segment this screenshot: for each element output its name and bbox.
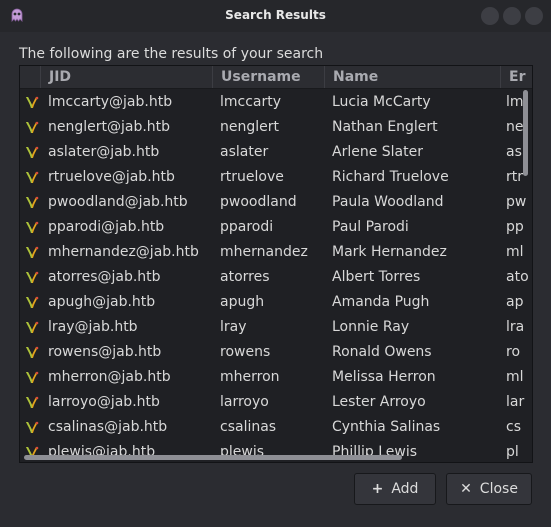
username-cell: pwoodland bbox=[220, 194, 297, 210]
table-row[interactable]: pwoodland@jab.htb pwoodland Paula Woodland… bbox=[20, 190, 532, 215]
icon-column-header[interactable] bbox=[20, 66, 40, 88]
add-button[interactable]: + Add bbox=[354, 473, 436, 505]
name-cell: Arlene Slater bbox=[332, 144, 423, 160]
jid-cell: lmccarty@jab.htb bbox=[48, 94, 173, 110]
jid-cell: rowens@jab.htb bbox=[48, 344, 162, 360]
minimize-button[interactable] bbox=[481, 7, 499, 25]
jid-cell: pparodi@jab.htb bbox=[48, 219, 165, 235]
table-row[interactable]: mhernandez@jab.htb mhernandez Mark Hernand… bbox=[20, 240, 532, 265]
jabber-user-icon bbox=[26, 246, 39, 258]
username-cell: rowens bbox=[220, 344, 271, 360]
jabber-user-icon bbox=[26, 421, 39, 433]
table-row[interactable]: mherron@jab.htb mherron Melissa Herron ml bbox=[20, 365, 532, 390]
username-cell: lray bbox=[220, 319, 247, 335]
table-row[interactable]: rowens@jab.htb rowens Ronald Owens ro bbox=[20, 340, 532, 365]
table-row[interactable]: lray@jab.htb lray Lonnie Ray lra bbox=[20, 315, 532, 340]
jabber-user-icon bbox=[26, 121, 39, 133]
jid-cell: nenglert@jab.htb bbox=[48, 119, 171, 135]
jabber-user-icon bbox=[26, 396, 39, 408]
jid-cell: lray@jab.htb bbox=[48, 319, 138, 335]
email-cell: cs bbox=[506, 419, 521, 435]
results-table[interactable]: JID Username Name Er lmccarty@jab.htb lmc… bbox=[19, 65, 533, 463]
maximize-button[interactable] bbox=[503, 7, 521, 25]
name-cell: Paul Parodi bbox=[332, 219, 409, 235]
jid-cell: apugh@jab.htb bbox=[48, 294, 156, 310]
name-cell: Ronald Owens bbox=[332, 344, 432, 360]
table-row[interactable]: pparodi@jab.htb pparodi Paul Parodi pp bbox=[20, 215, 532, 240]
table-header: JID Username Name Er bbox=[20, 66, 532, 89]
close-button[interactable]: ✕ Close bbox=[446, 473, 532, 505]
results-caption: The following are the results of your se… bbox=[19, 46, 324, 62]
email-cell: as bbox=[506, 144, 522, 160]
jabber-user-icon bbox=[26, 171, 39, 183]
close-button-label: Close bbox=[479, 481, 518, 497]
horizontal-scrollbar[interactable] bbox=[20, 454, 520, 460]
table-row[interactable]: apugh@jab.htb apugh Amanda Pugh ap bbox=[20, 290, 532, 315]
name-cell: Richard Truelove bbox=[332, 169, 449, 185]
username-cell: atorres bbox=[220, 269, 270, 285]
jabber-user-icon bbox=[26, 271, 39, 283]
username-cell: mhernandez bbox=[220, 244, 308, 260]
name-cell: Nathan Englert bbox=[332, 119, 438, 135]
table-row[interactable]: rtruelove@jab.htb rtruelove Richard Truelo… bbox=[20, 165, 532, 190]
name-cell: Melissa Herron bbox=[332, 369, 436, 385]
jabber-user-icon bbox=[26, 321, 39, 333]
jid-cell: csalinas@jab.htb bbox=[48, 419, 168, 435]
name-cell: Mark Hernandez bbox=[332, 244, 447, 260]
username-cell: pparodi bbox=[220, 219, 274, 235]
jid-cell: rtruelove@jab.htb bbox=[48, 169, 175, 185]
vertical-scrollbar[interactable] bbox=[521, 66, 529, 462]
username-cell: nenglert bbox=[220, 119, 279, 135]
jabber-user-icon bbox=[26, 371, 39, 383]
name-cell: Lester Arroyo bbox=[332, 394, 426, 410]
name-cell: Amanda Pugh bbox=[332, 294, 430, 310]
jabber-user-icon bbox=[26, 96, 39, 108]
table-row[interactable]: larroyo@jab.htb larroyo Lester Arroyo lar bbox=[20, 390, 532, 415]
name-cell: Cynthia Salinas bbox=[332, 419, 441, 435]
close-icon: ✕ bbox=[460, 481, 472, 497]
jabber-user-icon bbox=[26, 296, 39, 308]
table-row[interactable]: aslater@jab.htb aslater Arlene Slater as bbox=[20, 140, 532, 165]
name-cell: Lonnie Ray bbox=[332, 319, 410, 335]
plus-icon: + bbox=[371, 481, 384, 497]
jid-cell: mherron@jab.htb bbox=[48, 369, 171, 385]
username-cell: csalinas bbox=[220, 419, 277, 435]
table-body: lmccarty@jab.htb lmccarty Lucia McCarty lm n… bbox=[20, 90, 532, 462]
table-row[interactable]: nenglert@jab.htb nenglert Nathan Englert ne bbox=[20, 115, 532, 140]
vertical-scrollbar-thumb[interactable] bbox=[523, 90, 528, 176]
username-cell: apugh bbox=[220, 294, 265, 310]
jabber-user-icon bbox=[26, 146, 39, 158]
horizontal-scrollbar-thumb[interactable] bbox=[24, 455, 402, 460]
add-button-label: Add bbox=[391, 481, 419, 497]
column-header-name[interactable]: Name bbox=[324, 66, 500, 88]
username-cell: lmccarty bbox=[220, 94, 282, 110]
jid-cell: pwoodland@jab.htb bbox=[48, 194, 188, 210]
jabber-user-icon bbox=[26, 346, 39, 358]
name-cell: Albert Torres bbox=[332, 269, 421, 285]
table-row[interactable]: atorres@jab.htb atorres Albert Torres ato bbox=[20, 265, 532, 290]
table-row[interactable]: lmccarty@jab.htb lmccarty Lucia McCarty lm bbox=[20, 90, 532, 115]
jid-cell: aslater@jab.htb bbox=[48, 144, 160, 160]
column-header-jid[interactable]: JID bbox=[40, 66, 212, 88]
jid-cell: mhernandez@jab.htb bbox=[48, 244, 199, 260]
username-cell: aslater bbox=[220, 144, 269, 160]
close-window-button[interactable] bbox=[525, 7, 543, 25]
username-cell: mherron bbox=[220, 369, 280, 385]
window-title: Search Results bbox=[225, 8, 326, 22]
title-bar: Search Results bbox=[0, 0, 551, 32]
username-cell: larroyo bbox=[220, 394, 269, 410]
jabber-user-icon bbox=[26, 221, 39, 233]
name-cell: Lucia McCarty bbox=[332, 94, 431, 110]
name-cell: Paula Woodland bbox=[332, 194, 444, 210]
column-header-username[interactable]: Username bbox=[212, 66, 324, 88]
email-cell: ro bbox=[506, 344, 521, 360]
jid-cell: larroyo@jab.htb bbox=[48, 394, 160, 410]
jid-cell: atorres@jab.htb bbox=[48, 269, 161, 285]
table-row[interactable]: csalinas@jab.htb csalinas Cynthia Salinas c… bbox=[20, 415, 532, 440]
username-cell: rtruelove bbox=[220, 169, 284, 185]
jabber-user-icon bbox=[26, 196, 39, 208]
